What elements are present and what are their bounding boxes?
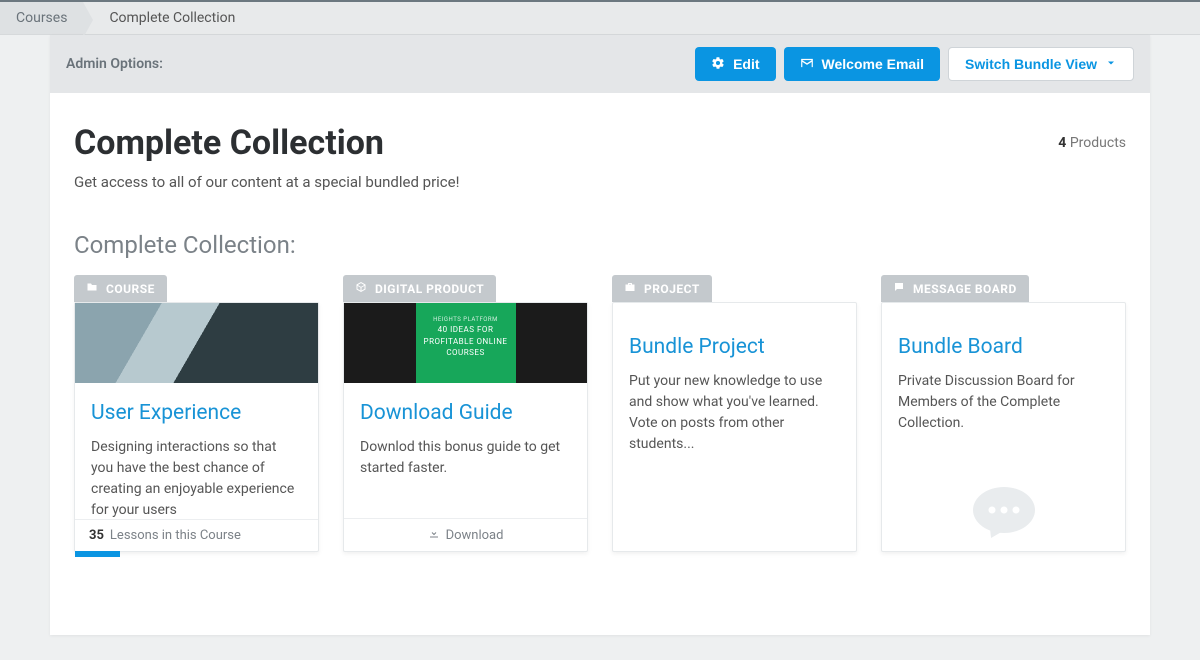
card-tag-project: PROJECT [612, 275, 712, 302]
card-course-body: User Experience Designing interactions s… [74, 302, 319, 552]
admin-buttons: Edit Welcome Email Switch Bundle View [695, 47, 1134, 81]
switch-bundle-view-button[interactable]: Switch Bundle View [948, 47, 1134, 81]
briefcase-icon [624, 281, 636, 296]
card-tag-board-label: MESSAGE BOARD [913, 282, 1017, 296]
download-icon [428, 527, 440, 543]
card-digital-title[interactable]: Download Guide [360, 401, 571, 425]
switch-view-label: Switch Bundle View [965, 56, 1097, 72]
page-subtitle: Get access to all of our content at a sp… [50, 173, 1150, 211]
card-tag-project-label: PROJECT [644, 282, 700, 296]
envelope-icon [800, 56, 814, 73]
card-board-body: Bundle Board Private Discussion Board fo… [881, 302, 1126, 552]
card-board-desc: Private Discussion Board for Members of … [898, 371, 1109, 434]
welcome-email-button[interactable]: Welcome Email [784, 47, 940, 81]
course-lessons-count: 35 [89, 528, 104, 543]
digital-img-text: 40 IDEAS FOR PROFITABLE ONLINE COURSES [416, 324, 516, 358]
card-project[interactable]: PROJECT Bundle Project Put your new know… [612, 275, 857, 552]
page-title: Complete Collection [74, 123, 384, 163]
section-title: Complete Collection: [50, 211, 1150, 275]
card-board-title[interactable]: Bundle Board [898, 335, 1109, 359]
digital-img-brand: HEIGHTS PLATFORM [416, 316, 516, 324]
main-panel: Admin Options: Edit Welcome Email Switch… [50, 35, 1150, 635]
card-course-image [75, 303, 318, 383]
cube-icon [355, 281, 367, 296]
card-course-title[interactable]: User Experience [91, 401, 302, 425]
course-lessons-label: Lessons in this Course [110, 528, 241, 543]
edit-button[interactable]: Edit [695, 47, 775, 81]
card-board[interactable]: MESSAGE BOARD Bundle Board Private Discu… [881, 275, 1126, 552]
card-digital-image: HEIGHTS PLATFORM 40 IDEAS FOR PROFITABLE… [344, 303, 587, 383]
card-project-desc: Put your new knowledge to use and show w… [629, 371, 840, 455]
card-digital-footer[interactable]: Download [344, 518, 587, 551]
gear-icon [711, 56, 725, 73]
card-tag-course: COURSE [74, 275, 167, 302]
breadcrumb: Courses Complete Collection [0, 0, 1200, 35]
card-digital-desc: Downlod this bonus guide to get started … [360, 437, 571, 479]
card-tag-digital-label: DIGITAL PRODUCT [375, 282, 484, 296]
breadcrumb-current: Complete Collection [83, 2, 251, 34]
card-digital[interactable]: DIGITAL PRODUCT HEIGHTS PLATFORM 40 IDEA… [343, 275, 588, 552]
welcome-email-label: Welcome Email [822, 56, 924, 72]
card-project-title[interactable]: Bundle Project [629, 335, 840, 359]
chevron-down-icon [1105, 56, 1117, 72]
product-count-number: 4 [1058, 135, 1066, 151]
chat-icon [893, 281, 905, 296]
product-count: 4 Products [1058, 135, 1126, 151]
card-tag-digital: DIGITAL PRODUCT [343, 275, 496, 302]
card-digital-footer-label: Download [446, 528, 504, 543]
course-progress-bar [75, 551, 120, 557]
edit-button-label: Edit [733, 56, 759, 72]
page-header: Complete Collection 4 Products [50, 93, 1150, 173]
breadcrumb-root[interactable]: Courses [0, 2, 83, 34]
admin-options-label: Admin Options: [66, 56, 163, 72]
card-course-footer: 35 Lessons in this Course [75, 519, 318, 551]
product-count-label: Products [1070, 135, 1126, 151]
card-digital-body: HEIGHTS PLATFORM 40 IDEAS FOR PROFITABLE… [343, 302, 588, 552]
card-project-body: Bundle Project Put your new knowledge to… [612, 302, 857, 552]
folder-icon [86, 281, 98, 296]
card-course-desc: Designing interactions so that you have … [91, 437, 302, 519]
card-course[interactable]: COURSE User Experience Designing interac… [74, 275, 319, 552]
admin-options-bar: Admin Options: Edit Welcome Email Switch… [50, 35, 1150, 93]
card-tag-board: MESSAGE BOARD [881, 275, 1029, 302]
card-tag-course-label: COURSE [106, 282, 155, 296]
chat-bubble-icon [973, 487, 1035, 533]
cards-grid: COURSE User Experience Designing interac… [50, 275, 1150, 582]
